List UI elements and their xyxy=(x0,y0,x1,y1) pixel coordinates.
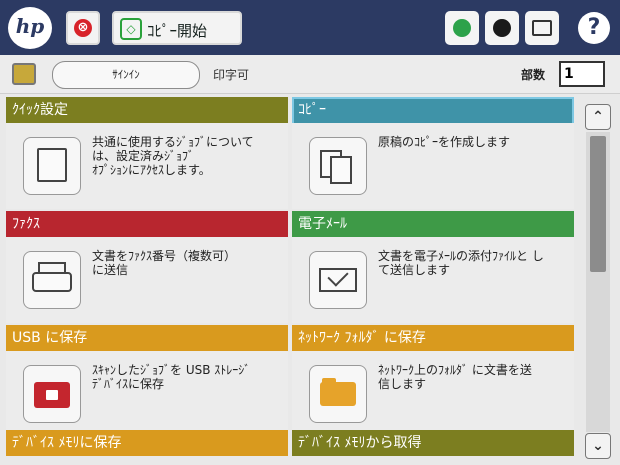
status-bar: ｻｲﾝｲﾝ 印字可 部数 1 xyxy=(0,55,620,94)
tile-fax-desc: 文書をﾌｧｸｽ番号（複数可） に送信 xyxy=(92,249,237,277)
email-icon xyxy=(309,251,367,309)
sleep-button[interactable] xyxy=(485,11,519,45)
scroll-up-button[interactable]: ⌃ xyxy=(585,104,611,130)
tile-network-folder-body: ﾈｯﾄﾜｰｸ上のﾌｫﾙﾀﾞ に文書を送 信します xyxy=(292,351,574,437)
printer-status: 印字可 xyxy=(213,68,250,82)
signin-button[interactable]: ｻｲﾝｲﾝ xyxy=(52,61,200,89)
tile-copy-title: ｺﾋﾟｰ xyxy=(292,97,574,123)
tile-usb-save[interactable]: USB に保存 ｽｷｬﾝしたｼﾞｮﾌﾞを USB ｽﾄﾚｰｼﾞ ﾃﾞﾊﾞｲｽに保… xyxy=(6,325,288,437)
tile-quick-sets-desc: 共通に使用するｼﾞｮﾌﾞについて は、設定済みｼﾞｮﾌﾞ ｵﾌﾟｼｮﾝにｱｸｾｽ… xyxy=(92,135,254,177)
tile-device-memory-save-title: ﾃﾞﾊﾞｲｽ ﾒﾓﾘに保存 xyxy=(6,430,288,456)
tile-usb-save-body: ｽｷｬﾝしたｼﾞｮﾌﾞを USB ｽﾄﾚｰｼﾞ ﾃﾞﾊﾞｲｽに保存 xyxy=(6,351,288,437)
copies-input[interactable]: 1 xyxy=(559,61,605,87)
tile-email-title: 電子ﾒｰﾙ xyxy=(292,211,574,237)
tile-quick-sets[interactable]: ｸｲｯｸ設定 共通に使用するｼﾞｮﾌﾞについて は、設定済みｼﾞｮﾌﾞ ｵﾌﾟｼ… xyxy=(6,97,288,209)
tile-copy-desc: 原稿のｺﾋﾟｰを作成します xyxy=(378,135,511,149)
tile-copy[interactable]: ｺﾋﾟｰ 原稿のｺﾋﾟｰを作成します xyxy=(292,97,574,209)
user-icon[interactable] xyxy=(12,63,36,85)
fax-icon xyxy=(23,251,81,309)
network-folder-icon xyxy=(309,365,367,423)
logo-text: hp xyxy=(15,14,45,38)
tile-fax-title: ﾌｧｸｽ xyxy=(6,211,288,237)
tile-fax[interactable]: ﾌｧｸｽ 文書をﾌｧｸｽ番号（複数可） に送信 xyxy=(6,211,288,323)
stop-icon: ⊗ xyxy=(74,19,92,37)
hp-logo[interactable]: hp xyxy=(8,7,52,49)
tile-email-desc: 文書を電子ﾒｰﾙの添付ﾌｧｲﾙと し て送信します xyxy=(378,249,544,277)
tile-network-folder-desc: ﾈｯﾄﾜｰｸ上のﾌｫﾙﾀﾞ に文書を送 信します xyxy=(378,363,532,391)
start-copy-button[interactable]: ◇ ｺﾋﾟｰ開始 xyxy=(112,11,242,45)
copies-label: 部数 xyxy=(521,68,546,82)
tile-usb-save-title: USB に保存 xyxy=(6,325,288,351)
copy-icon xyxy=(309,137,367,195)
tile-quick-sets-title: ｸｲｯｸ設定 xyxy=(6,97,288,123)
network-status-button[interactable] xyxy=(445,11,479,45)
network-status-icon xyxy=(453,19,471,37)
tile-email[interactable]: 電子ﾒｰﾙ 文書を電子ﾒｰﾙの添付ﾌｧｲﾙと し て送信します xyxy=(292,211,574,323)
tile-quick-sets-body: 共通に使用するｼﾞｮﾌﾞについて は、設定済みｼﾞｮﾌﾞ ｵﾌﾟｼｮﾝにｱｸｾｽ… xyxy=(6,123,288,209)
keyboard-button[interactable] xyxy=(525,11,559,45)
stop-button[interactable]: ⊗ xyxy=(66,11,100,45)
tile-fax-body: 文書をﾌｧｸｽ番号（複数可） に送信 xyxy=(6,237,288,323)
scroll-down-button[interactable]: ⌄ xyxy=(585,433,611,459)
help-icon[interactable]: ? xyxy=(578,12,610,44)
tile-device-memory-retrieve-title: ﾃﾞﾊﾞｲｽ ﾒﾓﾘから取得 xyxy=(292,430,574,456)
tile-network-folder-title: ﾈｯﾄﾜｰｸ ﾌｫﾙﾀﾞ に保存 xyxy=(292,325,574,351)
tile-usb-save-desc: ｽｷｬﾝしたｼﾞｮﾌﾞを USB ｽﾄﾚｰｼﾞ ﾃﾞﾊﾞｲｽに保存 xyxy=(92,363,251,391)
tile-copy-body: 原稿のｺﾋﾟｰを作成します xyxy=(292,123,574,209)
usb-save-icon xyxy=(23,365,81,423)
top-bar: hp ⊗ ◇ ｺﾋﾟｰ開始 ? xyxy=(0,0,620,55)
start-icon: ◇ xyxy=(120,18,142,40)
sleep-icon xyxy=(493,19,511,37)
scroll-thumb[interactable] xyxy=(590,136,606,272)
tile-device-memory-retrieve[interactable]: ﾃﾞﾊﾞｲｽ ﾒﾓﾘから取得 xyxy=(292,430,574,465)
keyboard-icon xyxy=(532,20,552,36)
tile-email-body: 文書を電子ﾒｰﾙの添付ﾌｧｲﾙと し て送信します xyxy=(292,237,574,323)
tile-device-memory-save[interactable]: ﾃﾞﾊﾞｲｽ ﾒﾓﾘに保存 xyxy=(6,430,288,465)
quick-sets-icon xyxy=(23,137,81,195)
tile-network-folder[interactable]: ﾈｯﾄﾜｰｸ ﾌｫﾙﾀﾞ に保存 ﾈｯﾄﾜｰｸ上のﾌｫﾙﾀﾞ に文書を送 信しま… xyxy=(292,325,574,437)
start-copy-label: ｺﾋﾟｰ開始 xyxy=(147,22,208,40)
